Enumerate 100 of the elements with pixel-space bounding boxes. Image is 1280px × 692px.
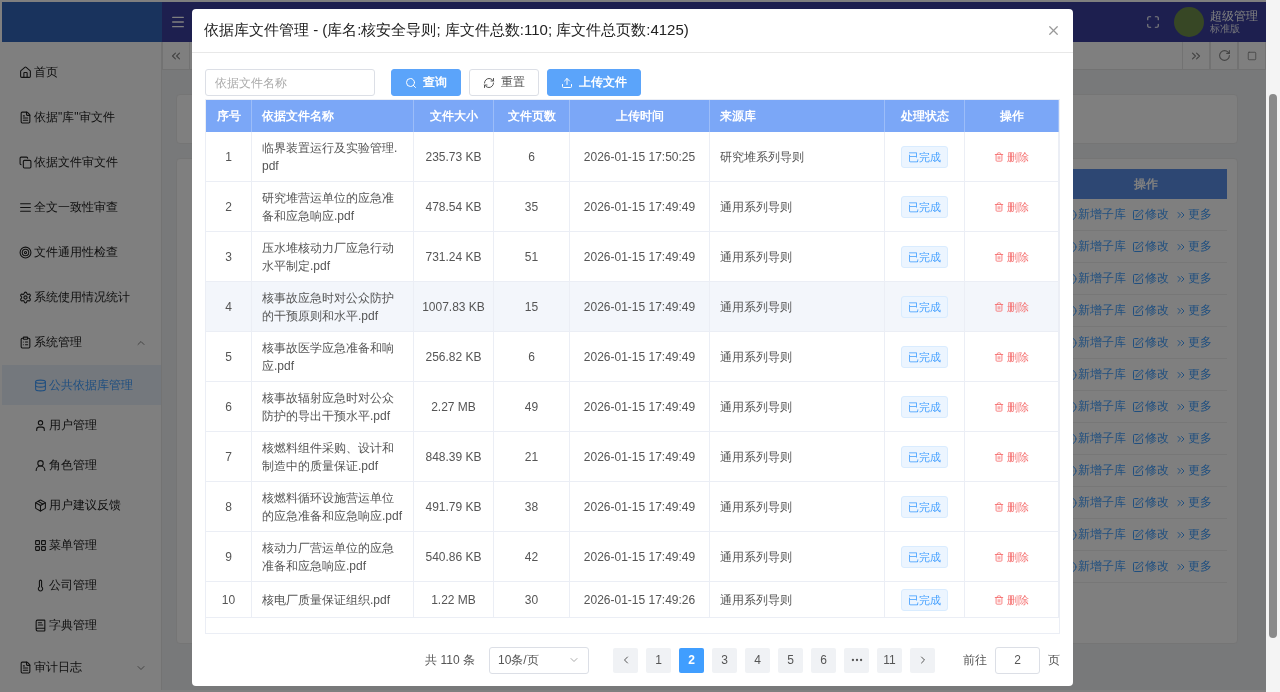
delete-link[interactable]: 删除 xyxy=(994,147,1029,166)
table-cell-text: 通用系列导则 xyxy=(720,298,792,316)
delete-link[interactable]: 删除 xyxy=(994,497,1029,516)
delete-link[interactable]: 删除 xyxy=(994,247,1029,266)
sidebar-item[interactable]: 全文一致性审查 xyxy=(2,185,161,230)
action-link[interactable]: 更多 xyxy=(1175,526,1212,543)
sidebar-item[interactable]: 依据"库"审文件 xyxy=(2,95,161,140)
page-button[interactable]: 2 xyxy=(679,647,704,673)
sidebar-item[interactable]: 首页 xyxy=(2,50,161,95)
table-cell-text: 30 xyxy=(524,591,539,609)
action-link[interactable]: 修改 xyxy=(1132,302,1169,319)
action-link[interactable]: 更多 xyxy=(1175,398,1212,415)
table-row[interactable]: 5 核事故医学应急准备和响应.pdf 256.82 KB 6 2026-01-15 17:49:49 通用系列导则 已完成 删除 xyxy=(206,332,1059,382)
sidebar-item[interactable]: 用户建议反馈 xyxy=(2,485,161,525)
sidebar-item[interactable]: 字典管理 xyxy=(2,605,161,645)
sidebar-item[interactable]: 公司管理 xyxy=(2,565,161,605)
sidebar-item[interactable]: 用户管理 xyxy=(2,405,161,445)
sidebar-item[interactable]: 系统管理 xyxy=(2,320,161,365)
action-link[interactable]: 修改 xyxy=(1132,462,1169,479)
page-button[interactable]: 5 xyxy=(778,647,803,673)
sidebar-item[interactable]: 文件通用性检查 xyxy=(2,230,161,275)
scroll-right-button[interactable] xyxy=(1182,42,1210,69)
prev-page-button[interactable] xyxy=(613,647,638,673)
page-button[interactable]: 6 xyxy=(811,647,836,673)
sidebar-item[interactable]: 菜单管理 xyxy=(2,525,161,565)
action-link[interactable]: 更多 xyxy=(1175,334,1212,351)
action-link[interactable]: 更多 xyxy=(1175,206,1212,223)
table-cell-text: 2026-01-15 17:49:26 xyxy=(583,591,696,609)
table-row[interactable]: 2 研究堆营运单位的应急准备和应急响应.pdf 478.54 KB 35 2026-01-15 17:49:49 通用系列导则 已完成 删除 xyxy=(206,182,1059,232)
edit-icon xyxy=(1132,240,1144,253)
table-row[interactable]: 10 核电厂质量保证组织.pdf 1.22 MB 30 2026-01-15 17:49:26 通用系列导则 已完成 删除 xyxy=(206,582,1059,618)
fullscreen-icon[interactable] xyxy=(1146,15,1160,29)
action-link[interactable]: 修改 xyxy=(1132,558,1169,575)
close-icon[interactable] xyxy=(1046,23,1061,38)
action-link[interactable]: 更多 xyxy=(1175,494,1212,511)
page-button[interactable]: 1 xyxy=(646,647,671,673)
action-link[interactable]: 更多 xyxy=(1175,302,1212,319)
action-link[interactable]: 更多 xyxy=(1175,558,1212,575)
sidebar-item[interactable]: 公共依据库管理 xyxy=(2,365,161,405)
table-cell-text: 通用系列导则 xyxy=(720,548,792,566)
search-button[interactable]: 查询 xyxy=(391,69,461,96)
action-link[interactable]: 更多 xyxy=(1175,462,1212,479)
sidebar-item[interactable]: 系统使用情况统计 xyxy=(2,275,161,320)
action-link[interactable]: 修改 xyxy=(1132,494,1169,511)
delete-link[interactable]: 删除 xyxy=(994,447,1029,466)
table-cell-text: 核事故医学应急准备和响应.pdf xyxy=(262,339,395,375)
avatar-placeholder[interactable] xyxy=(1174,7,1204,37)
table-row[interactable]: 3 压水堆核动力厂应急行动水平制定.pdf 731.24 KB 51 2026-01-15 17:49:49 通用系列导则 已完成 删除 xyxy=(206,232,1059,282)
action-link[interactable]: 更多 xyxy=(1175,366,1212,383)
scrollbar[interactable] xyxy=(1266,0,1280,692)
table-row[interactable]: 1 临界装置运行及实验管理.pdf 235.73 KB 6 2026-01-15 17:50:25 研究堆系列导则 已完成 删除 xyxy=(206,132,1059,182)
sidebar-item[interactable]: 依据文件审文件 xyxy=(2,140,161,185)
more-pages-button[interactable] xyxy=(844,647,869,673)
search-field[interactable]: 依据文件名称 xyxy=(205,69,375,96)
table-cell-text: 2026-01-15 17:49:49 xyxy=(583,348,696,366)
table-cell-text: 研究堆营运单位的应急准备和应急响应.pdf xyxy=(262,189,395,225)
action-link[interactable]: 修改 xyxy=(1132,206,1169,223)
delete-link[interactable]: 删除 xyxy=(994,547,1029,566)
table-row[interactable]: 9 核动力厂营运单位的应急准备和应急响应.pdf 540.86 KB 42 2026-01-15 17:49:49 通用系列导则 已完成 删除 xyxy=(206,532,1059,582)
table-cell-text: 6 xyxy=(528,148,535,166)
table-row[interactable]: 7 核燃料组件采购、设计和制造中的质量保证.pdf 848.39 KB 21 2026-01-15 17:49:49 通用系列导则 已完成 删除 xyxy=(206,432,1059,482)
refresh-button[interactable] xyxy=(1210,42,1238,69)
upload-icon xyxy=(561,76,573,89)
sidebar-item[interactable]: 审计日志 xyxy=(2,645,161,690)
action-link[interactable]: 修改 xyxy=(1132,430,1169,447)
menu-icon[interactable] xyxy=(170,14,186,30)
table-row[interactable]: 4 核事故应急时对公众防护的干预原则和水平.pdf 1007.83 KB 15 2026-01-15 17:49:49 通用系列导则 已完成 删除 xyxy=(206,282,1059,332)
action-link[interactable]: 更多 xyxy=(1175,270,1212,287)
table-row[interactable]: 8 核燃料循环设施营运单位的应急准备和应急响应.pdf 491.79 KB 38 2026-01-15 17:49:49 通用系列导则 已完成 删除 xyxy=(206,482,1059,532)
refresh-icon xyxy=(483,76,495,89)
delete-link[interactable]: 删除 xyxy=(994,197,1029,216)
table-row[interactable]: 6 核事故辐射应急时对公众防护的导出干预水平.pdf 2.27 MB 49 2026-01-15 17:49:49 通用系列导则 已完成 删除 xyxy=(206,382,1059,432)
delete-link[interactable]: 删除 xyxy=(994,347,1029,366)
edit-icon xyxy=(1132,368,1144,381)
action-link[interactable]: 修改 xyxy=(1132,526,1169,543)
action-link[interactable]: 修改 xyxy=(1132,366,1169,383)
table-cell-text: 9 xyxy=(225,548,232,566)
next-page-button[interactable] xyxy=(910,647,935,673)
document-icon xyxy=(19,661,32,674)
delete-link[interactable]: 删除 xyxy=(994,590,1029,609)
action-link[interactable]: 更多 xyxy=(1175,430,1212,447)
page-button[interactable]: 3 xyxy=(712,647,737,673)
delete-link[interactable]: 删除 xyxy=(994,397,1029,416)
action-link[interactable]: 修改 xyxy=(1132,238,1169,255)
action-link[interactable]: 修改 xyxy=(1132,334,1169,351)
delete-link[interactable]: 删除 xyxy=(994,297,1029,316)
action-link[interactable]: 修改 xyxy=(1132,398,1169,415)
reset-button[interactable]: 重置 xyxy=(469,69,539,96)
goto-page-field[interactable]: 2 xyxy=(995,646,1040,674)
scroll-left-button[interactable] xyxy=(162,42,190,69)
upload-button[interactable]: 上传文件 xyxy=(547,69,641,96)
page-button[interactable]: 11 xyxy=(877,647,902,673)
page-size-select[interactable]: 10条/页 xyxy=(489,646,589,674)
page-button[interactable]: 4 xyxy=(745,647,770,673)
action-link[interactable]: 更多 xyxy=(1175,238,1212,255)
table-cell-text: 1 xyxy=(225,148,232,166)
sidebar-item[interactable]: 角色管理 xyxy=(2,445,161,485)
status-tag: 已完成 xyxy=(901,545,948,568)
action-link[interactable]: 修改 xyxy=(1132,270,1169,287)
edit-icon xyxy=(1132,528,1144,541)
